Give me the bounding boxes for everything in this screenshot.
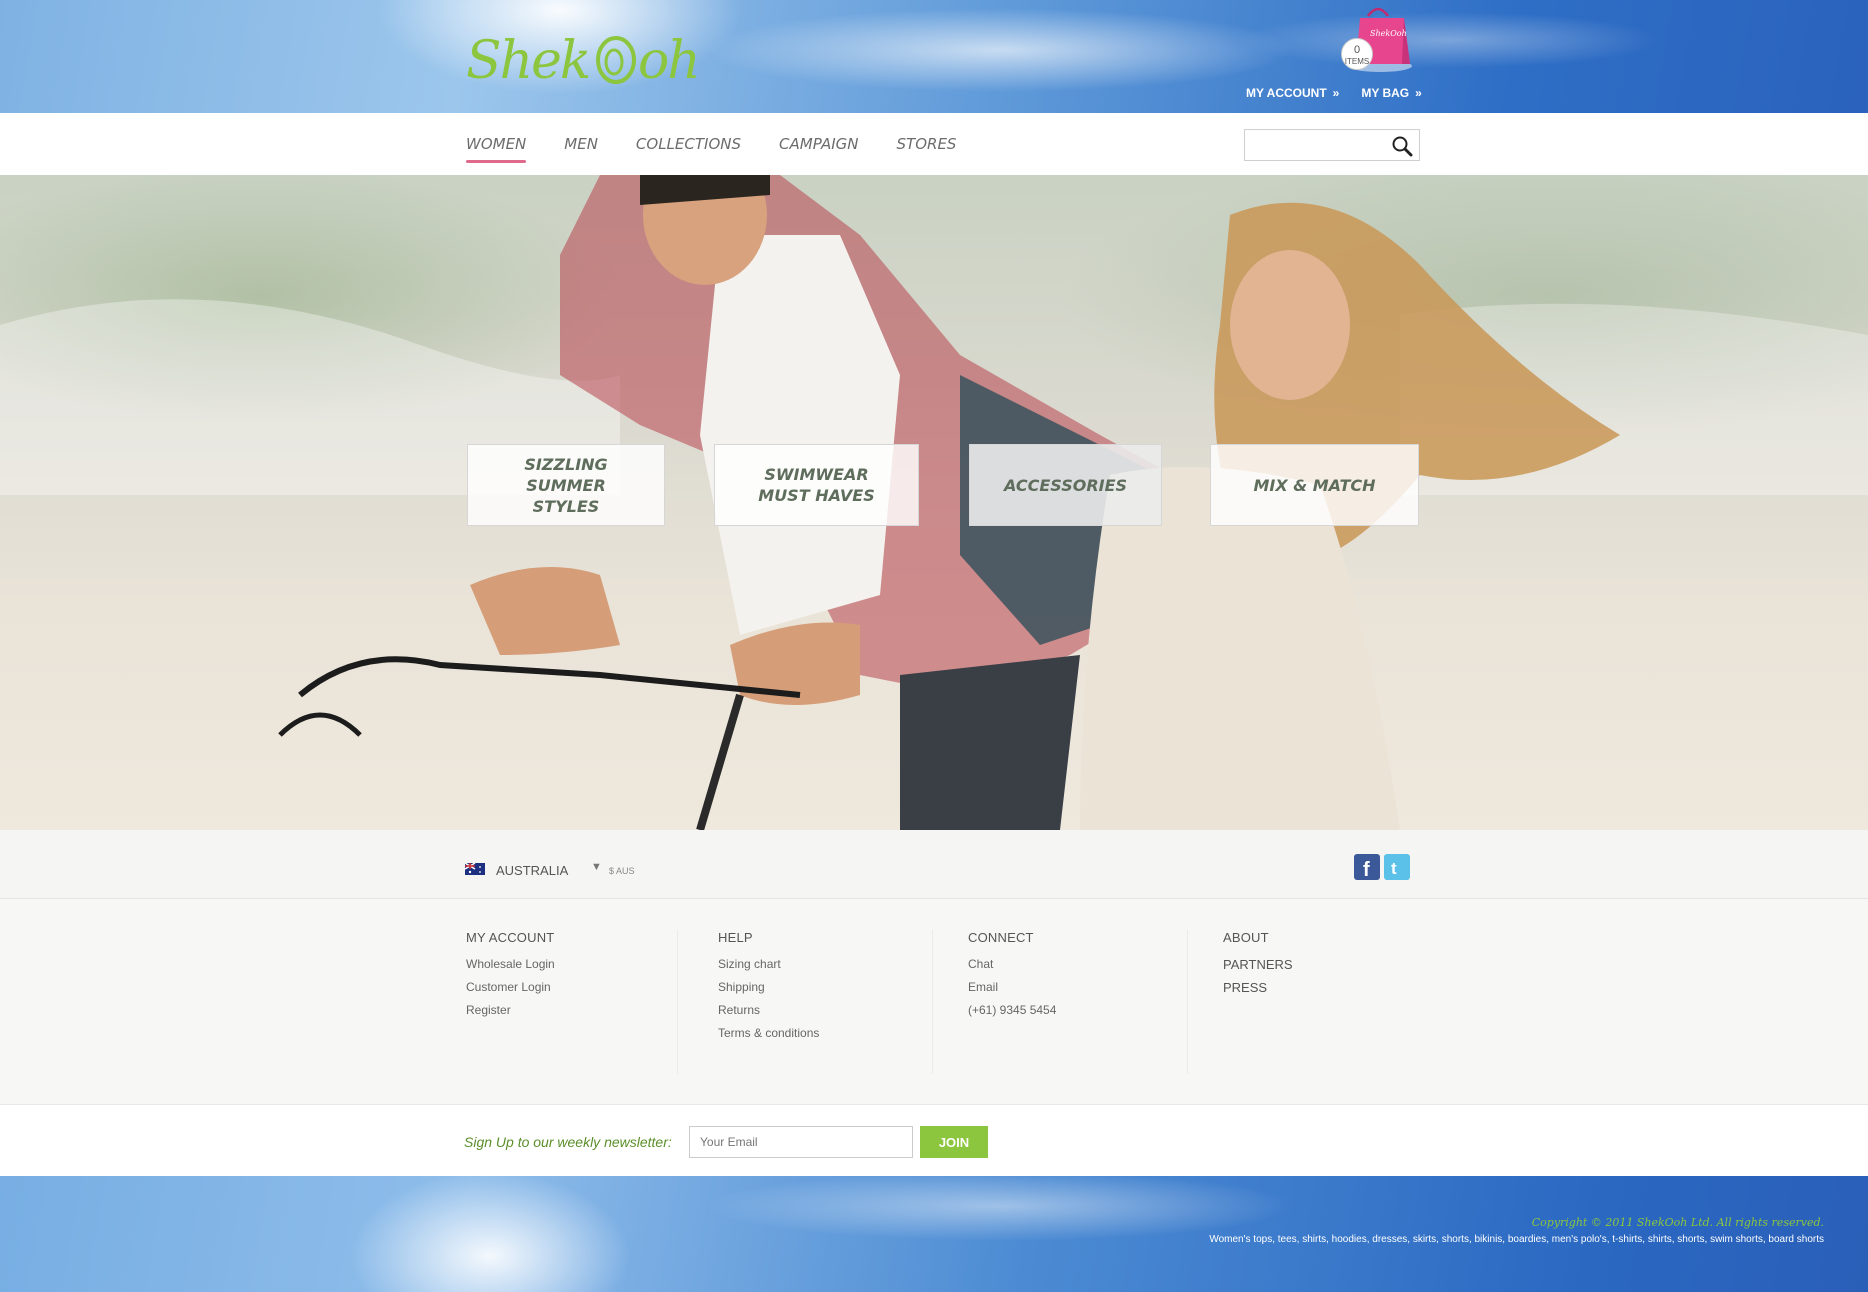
main-nav: WOMEN MEN COLLECTIONS CAMPAIGN STORES bbox=[466, 135, 956, 163]
footer-heading-help: HELP bbox=[718, 930, 753, 945]
footer-phone-number[interactable]: (+61) 9345 5454 bbox=[968, 999, 1056, 1022]
svg-text:Shek: Shek bbox=[466, 31, 589, 91]
region-bar: AUSTRALIA ▼ $ AUS f t bbox=[0, 830, 1868, 899]
footer-link-returns[interactable]: Returns bbox=[718, 999, 819, 1022]
double-chevron-right-icon: » bbox=[1332, 86, 1340, 100]
footer-link-customer-login[interactable]: Customer Login bbox=[466, 976, 555, 999]
australia-flag-icon bbox=[465, 863, 485, 875]
dropdown-arrow-icon[interactable]: ▼ bbox=[591, 861, 602, 873]
facebook-icon[interactable]: f bbox=[1354, 854, 1380, 881]
seo-tagline: Women's tops, tees, shirts, hoodies, dre… bbox=[1209, 1234, 1824, 1245]
search-icon[interactable] bbox=[1391, 135, 1413, 157]
newsletter-label: Sign Up to our weekly newsletter: bbox=[464, 1134, 672, 1150]
nav-item-women[interactable]: WOMEN bbox=[466, 135, 527, 163]
nav-item-campaign[interactable]: CAMPAIGN bbox=[779, 135, 859, 163]
category-tile-summer-styles[interactable]: SIZZLING SUMMER STYLES bbox=[467, 444, 665, 526]
footer-link-chat[interactable]: Chat bbox=[968, 953, 1056, 976]
svg-text:ShekOoh: ShekOoh bbox=[1370, 29, 1407, 38]
category-tile-mix-match[interactable]: MIX & MATCH bbox=[1210, 444, 1419, 526]
nav-item-stores[interactable]: STORES bbox=[897, 135, 957, 163]
bag-count-value: 0 bbox=[1353, 44, 1361, 56]
footer-heading-about: ABOUT bbox=[1223, 930, 1269, 945]
newsletter-bar: Sign Up to our weekly newsletter: JOIN bbox=[0, 1104, 1868, 1176]
category-tile-swimwear[interactable]: SWIMWEAR MUST HAVES bbox=[714, 444, 919, 526]
nav-item-men[interactable]: MEN bbox=[564, 135, 598, 163]
footer-divider bbox=[677, 930, 678, 1074]
newsletter-email-input[interactable] bbox=[689, 1126, 913, 1158]
logo-wordmark: Shek oh bbox=[466, 31, 701, 91]
footer-link-shipping[interactable]: Shipping bbox=[718, 976, 819, 999]
footer-divider bbox=[1187, 930, 1188, 1074]
footer-heading-connect: CONNECT bbox=[968, 930, 1034, 945]
main-navigation-bar: WOMEN MEN COLLECTIONS CAMPAIGN STORES bbox=[0, 113, 1868, 175]
region-country[interactable]: AUSTRALIA bbox=[496, 863, 568, 878]
bag-item-count[interactable]: 0 ITEMS bbox=[1341, 38, 1373, 70]
double-chevron-right-icon: » bbox=[1415, 86, 1422, 100]
footer-link-partners[interactable]: PARTNERS bbox=[1223, 953, 1293, 976]
copyright-text: Copyright © 2011 ShekOoh Ltd. All rights… bbox=[1531, 1216, 1824, 1229]
newsletter-join-button[interactable]: JOIN bbox=[920, 1126, 988, 1158]
footer-link-terms[interactable]: Terms & conditions bbox=[718, 1022, 819, 1045]
footer-divider bbox=[932, 930, 933, 1074]
category-tile-accessories[interactable]: ACCESSORIES bbox=[969, 444, 1162, 526]
footer-link-register[interactable]: Register bbox=[466, 999, 555, 1022]
footer-link-email[interactable]: Email bbox=[968, 976, 1056, 999]
hero-photo-illustration bbox=[0, 175, 1868, 830]
svg-text:t: t bbox=[1391, 859, 1397, 878]
my-account-label: MY ACCOUNT bbox=[1246, 86, 1327, 100]
footer-link-press[interactable]: PRESS bbox=[1223, 976, 1293, 999]
footer-sky-banner: Copyright © 2011 ShekOoh Ltd. All rights… bbox=[0, 1176, 1868, 1292]
footer-heading-my-account: MY ACCOUNT bbox=[466, 930, 555, 945]
bag-count-unit: ITEMS bbox=[1344, 57, 1370, 66]
footer-link-wholesale-login[interactable]: Wholesale Login bbox=[466, 953, 555, 976]
social-links: f t bbox=[1354, 854, 1410, 881]
account-links: MY ACCOUNT » MY BAG » bbox=[1246, 86, 1422, 100]
region-currency: $ AUS bbox=[609, 866, 635, 876]
my-bag-link[interactable]: MY BAG » bbox=[1361, 86, 1421, 100]
header-sky-banner bbox=[0, 0, 1868, 113]
svg-text:f: f bbox=[1363, 859, 1370, 880]
nav-item-collections[interactable]: COLLECTIONS bbox=[636, 135, 741, 163]
footer-col-help: HELP Sizing chart Shipping Returns Terms… bbox=[718, 930, 819, 1045]
brand-logo[interactable]: Shek oh bbox=[466, 24, 716, 94]
my-account-link[interactable]: MY ACCOUNT » bbox=[1246, 86, 1339, 100]
footer-col-my-account: MY ACCOUNT Wholesale Login Customer Logi… bbox=[466, 930, 555, 1022]
search-input[interactable] bbox=[1245, 130, 1385, 160]
twitter-icon[interactable]: t bbox=[1384, 854, 1410, 880]
footer-col-connect: CONNECT Chat Email (+61) 9345 5454 bbox=[968, 930, 1056, 1022]
svg-text:oh: oh bbox=[638, 31, 699, 91]
footer-col-about: ABOUT PARTNERS PRESS bbox=[1223, 930, 1293, 999]
footer-link-sizing-chart[interactable]: Sizing chart bbox=[718, 953, 819, 976]
footer-links-section: MY ACCOUNT Wholesale Login Customer Logi… bbox=[0, 900, 1868, 1104]
my-bag-label: MY BAG bbox=[1361, 86, 1410, 100]
hero-banner bbox=[0, 175, 1868, 830]
search-box bbox=[1244, 129, 1420, 161]
